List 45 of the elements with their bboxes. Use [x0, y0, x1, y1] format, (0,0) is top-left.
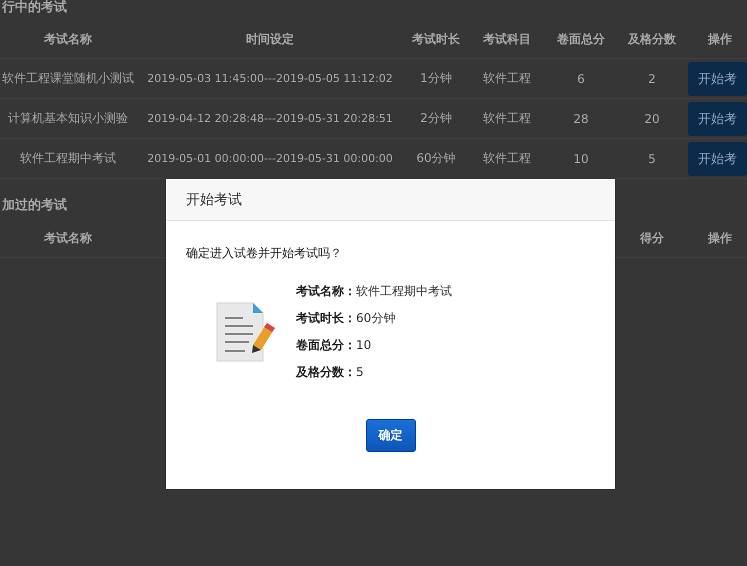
table-cell: 软件工程: [483, 110, 531, 127]
table-cell: 1分钟: [420, 70, 452, 87]
field-label: 卷面总分：: [296, 336, 356, 354]
table-cell: 10: [573, 152, 589, 166]
start-exam-button[interactable]: 开始考: [688, 62, 747, 96]
dialog-title: 开始考试: [186, 190, 242, 208]
table-cell: 软件工程期中考试: [20, 150, 116, 167]
field-value: 软件工程期中考试: [356, 282, 452, 300]
section-title: 加过的考试: [2, 197, 67, 215]
column-header: 卷面总分: [557, 30, 605, 48]
column-header: 时间设定: [246, 30, 294, 48]
start-exam-button[interactable]: 开始考: [688, 102, 747, 136]
column-header: 考试名称: [44, 230, 92, 246]
table-cell: 2019-04-12 20:28:48---2019-05-31 20:28:51: [147, 112, 393, 125]
column-header: 操作: [706, 30, 732, 48]
table-cell: 60分钟: [416, 150, 456, 167]
table-cell: 2: [648, 72, 656, 86]
table-cell: 28: [573, 112, 589, 126]
column-header: 操作: [706, 230, 732, 246]
table-cell: 2分钟: [420, 110, 452, 127]
dialog-prompt: 确定进入试卷并开始考试吗？: [186, 245, 343, 262]
column-header: 考试时长: [412, 30, 460, 48]
document-pencil-icon: [215, 300, 277, 362]
column-header: 考试名称: [44, 30, 92, 48]
table-cell: 软件工程: [483, 150, 531, 167]
table-cell: 软件工程: [483, 70, 531, 87]
column-header: 得分: [640, 230, 664, 246]
table-cell: 20: [644, 112, 660, 126]
start-exam-button[interactable]: 开始考: [688, 142, 747, 176]
table-cell: 2019-05-03 11:45:00---2019-05-05 11:12:02: [147, 72, 393, 85]
field-value: 10: [356, 338, 372, 352]
section-title: 行中的考试: [2, 0, 67, 16]
table-cell: 6: [577, 72, 585, 86]
field-label: 考试名称：: [296, 282, 356, 300]
field-label: 及格分数：: [296, 364, 356, 380]
column-header: 考试科目: [483, 30, 531, 48]
table-cell: 2019-05-01 00:00:00---2019-05-31 00:00:00: [147, 152, 393, 165]
table-cell: 5: [648, 152, 656, 166]
field-value: 5: [356, 365, 364, 379]
column-header: 及格分数: [628, 30, 676, 48]
table-cell: 软件工程课堂随机小测试: [2, 70, 134, 87]
table-cell: 计算机基本知识小测验: [8, 110, 128, 127]
field-label: 考试时长：: [296, 310, 356, 326]
confirm-button[interactable]: 确定: [366, 419, 416, 452]
field-value: 60分钟: [356, 310, 396, 326]
